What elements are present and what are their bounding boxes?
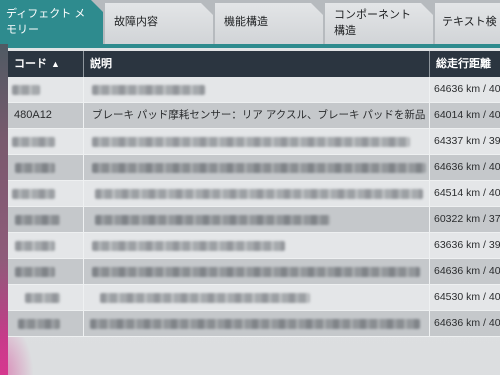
table-row[interactable]: 63636 km / 39 (8, 233, 500, 259)
cell-mileage: 64636 km / 40 (434, 317, 500, 329)
obscured-code (15, 215, 60, 225)
cell-code (8, 207, 84, 232)
obscured-description (95, 215, 330, 225)
obscured-description (92, 267, 420, 277)
column-header-code[interactable]: コード ▲ (8, 51, 84, 77)
tab-fault-content[interactable]: 故障内容 (105, 3, 213, 44)
cell-description (84, 233, 430, 258)
obscured-code (12, 189, 55, 199)
tab-underline (0, 44, 500, 48)
tab-component-structure[interactable]: コンポーネント 構造 (325, 3, 433, 44)
column-header-description[interactable]: 説明 (84, 51, 430, 77)
cell-mileage: 64636 km / 40 (434, 265, 500, 277)
cell-code (8, 77, 84, 102)
table-row[interactable]: 64636 km / 40 (8, 77, 500, 103)
cell-mileage: 64530 km / 40 (434, 291, 500, 303)
tab-label: コンポーネント 構造 (334, 9, 411, 37)
table-row[interactable]: 480A12 ブレーキ パッド摩耗センサー：リア アクスル、ブレーキ パッドを新… (8, 103, 500, 129)
tab-label: テキスト検 (442, 16, 497, 28)
cell-code (8, 233, 84, 258)
tab-text-search[interactable]: テキスト検 (435, 3, 500, 44)
table-header-row: コード ▲ 説明 総走行距離 (8, 51, 500, 77)
cell-mileage: 64337 km / 39 (434, 135, 500, 147)
cell-description (84, 259, 430, 284)
cell-description (84, 311, 430, 336)
obscured-code (12, 137, 55, 147)
table-row[interactable]: 64636 km / 40 (8, 259, 500, 285)
column-header-mileage-label: 総走行距離 (436, 58, 491, 70)
cell-description (84, 207, 430, 232)
tab-label: ディフェクト メモリー (6, 8, 86, 36)
cell-description (84, 129, 430, 154)
obscured-description (92, 163, 426, 173)
obscured-description (90, 319, 420, 329)
obscured-code (12, 85, 40, 95)
fault-memory-table: コード ▲ 説明 総走行距離 64636 km / 40 480A12 ブレーキ … (8, 51, 500, 337)
cell-code (8, 285, 84, 310)
cell-mileage: 64636 km / 40 (434, 161, 500, 173)
cell-mileage: 64014 km / 40 (434, 109, 500, 121)
tab-function-structure[interactable]: 機能構造 (215, 3, 323, 44)
table-row[interactable]: 64636 km / 40 (8, 155, 500, 181)
obscured-code (25, 293, 60, 303)
obscured-code (15, 267, 55, 277)
cell-mileage: 60322 km / 37 (434, 213, 500, 225)
obscured-description (92, 241, 285, 251)
cell-code: 480A12 (8, 103, 84, 128)
cell-description (84, 155, 430, 180)
cell-mileage: 64514 km / 40 (434, 187, 500, 199)
table-row[interactable]: 64530 km / 40 (8, 285, 500, 311)
cell-code (8, 181, 84, 206)
cell-description (84, 181, 430, 206)
cell-code (8, 259, 84, 284)
tab-label: 機能構造 (224, 16, 268, 28)
tab-label: 故障内容 (114, 16, 158, 28)
cell-code (8, 155, 84, 180)
tab-bar: ディフェクト メモリー 故障内容 機能構造 コンポーネント 構造 テキスト検 (0, 0, 500, 44)
tab-defect-memory[interactable]: ディフェクト メモリー (0, 0, 103, 44)
cell-description (84, 285, 430, 310)
table-row[interactable]: 60322 km / 37 (8, 207, 500, 233)
screen: ディフェクト メモリー 故障内容 機能構造 コンポーネント 構造 テキスト検 コ… (0, 0, 500, 375)
obscured-description (100, 293, 310, 303)
obscured-description (92, 137, 410, 147)
obscured-code (18, 319, 60, 329)
obscured-code (15, 241, 55, 251)
cell-code (8, 311, 84, 336)
cell-mileage: 63636 km / 39 (434, 239, 500, 251)
cell-description (84, 77, 430, 102)
column-header-description-label: 説明 (90, 58, 112, 70)
table-row[interactable]: 64636 km / 40 (8, 311, 500, 337)
column-header-code-label: コード (14, 58, 47, 70)
column-header-mileage[interactable]: 総走行距離 (430, 51, 500, 77)
table-row[interactable]: 64514 km / 40 (8, 181, 500, 207)
sort-ascending-icon: ▲ (51, 59, 60, 69)
cell-code (8, 129, 84, 154)
cell-description: ブレーキ パッド摩耗センサー：リア アクスル、ブレーキ パッドを新品 (84, 103, 430, 128)
table-row[interactable]: 64337 km / 39 (8, 129, 500, 155)
obscured-code (15, 163, 55, 173)
cell-mileage: 64636 km / 40 (434, 83, 500, 95)
obscured-description (95, 189, 423, 199)
obscured-description (92, 85, 205, 95)
